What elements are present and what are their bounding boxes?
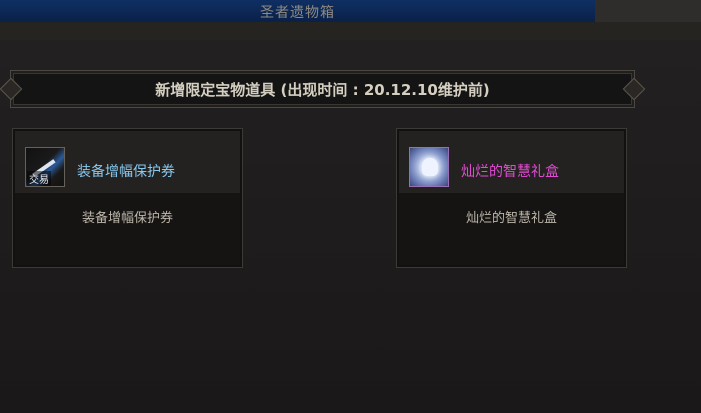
title-corner	[595, 0, 701, 22]
item-name[interactable]: 装备增幅保护券	[77, 161, 175, 181]
window-title: 圣者遗物箱	[260, 5, 335, 21]
gift-box-icon[interactable]	[409, 147, 449, 187]
sparkle-icon	[422, 158, 438, 176]
scroll-icon[interactable]: 交易	[25, 147, 65, 187]
limited-items-banner: 新增限定宝物道具 (出现时间 : 20.12.10维护前)	[0, 70, 646, 108]
window-title-bar: 圣者遗物箱	[0, 0, 595, 23]
trade-tag: 交易	[27, 171, 51, 186]
header-band	[0, 22, 701, 41]
item-card-body	[15, 193, 240, 265]
item-description: 装备增幅保护券	[81, 211, 173, 226]
item-card[interactable]: 交易 装备增幅保护券 装备增幅保护券	[12, 128, 243, 268]
item-description: 灿烂的智慧礼盒	[465, 211, 557, 226]
item-card-body	[399, 193, 624, 265]
item-name[interactable]: 灿烂的智慧礼盒	[461, 161, 559, 181]
banner-text: 新增限定宝物道具 (出现时间 : 20.12.10维护前)	[155, 81, 490, 99]
item-card[interactable]: 灿烂的智慧礼盒 灿烂的智慧礼盒	[396, 128, 627, 268]
